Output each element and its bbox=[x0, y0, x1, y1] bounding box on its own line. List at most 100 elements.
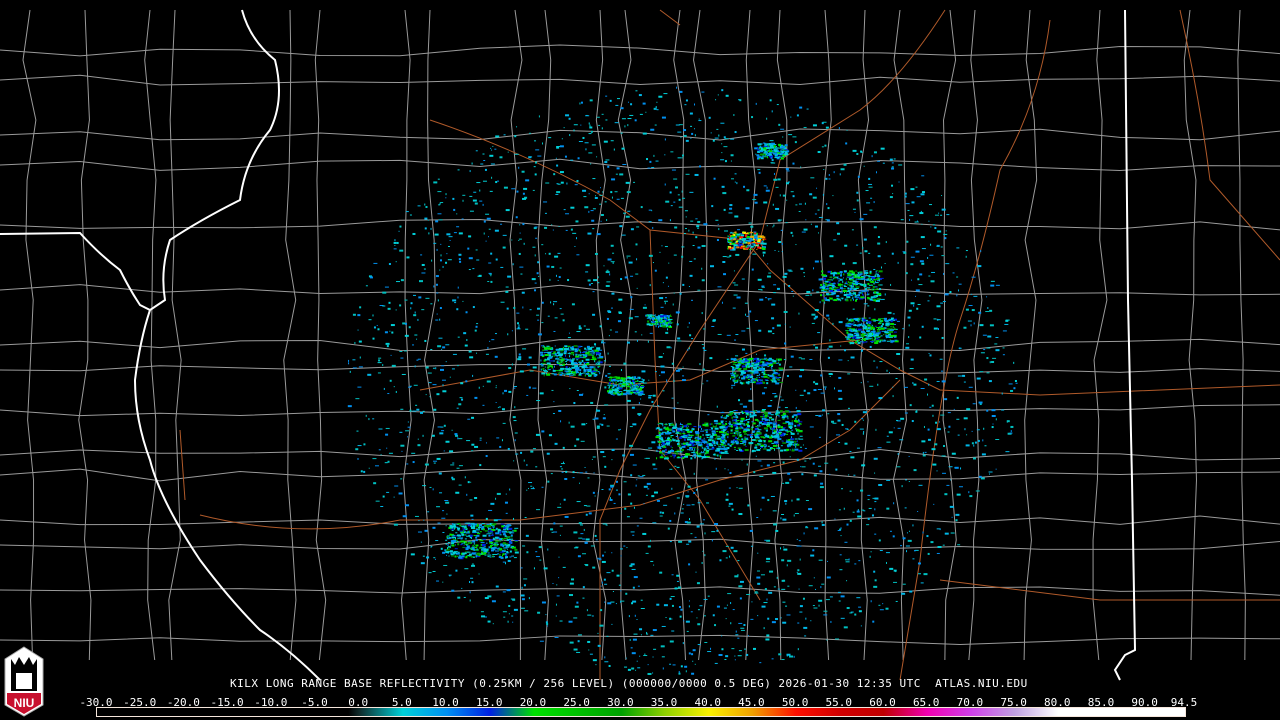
echo-pixel bbox=[860, 150, 863, 153]
echo-pixel bbox=[571, 366, 576, 369]
echo-pixel bbox=[897, 427, 901, 429]
echo-pixel bbox=[836, 222, 840, 225]
echo-pixel bbox=[659, 447, 662, 449]
echo-pixel bbox=[492, 533, 494, 536]
echo-pixel bbox=[856, 510, 860, 513]
echo-pixel bbox=[830, 270, 832, 273]
echo-pixel bbox=[659, 571, 663, 574]
echo-pixel bbox=[928, 275, 931, 277]
echo-pixel bbox=[902, 583, 906, 585]
echo-pixel bbox=[729, 411, 734, 413]
echo-pixel bbox=[778, 241, 782, 244]
echo-pixel bbox=[537, 611, 541, 614]
echo-pixel bbox=[738, 448, 741, 451]
echo-pixel bbox=[834, 387, 836, 390]
echo-pixel bbox=[944, 398, 948, 401]
echo-pixel bbox=[408, 386, 412, 388]
echo-pixel bbox=[520, 607, 525, 609]
echo-pixel bbox=[845, 299, 849, 302]
echo-pixel bbox=[801, 473, 804, 476]
echo-pixel bbox=[494, 333, 497, 335]
echo-pixel bbox=[492, 145, 494, 147]
echo-pixel bbox=[474, 329, 477, 332]
echo-pixel bbox=[687, 491, 689, 493]
echo-pixel bbox=[456, 407, 459, 409]
echo-pixel bbox=[463, 553, 467, 555]
echo-pixel bbox=[585, 358, 590, 361]
echo-pixel bbox=[507, 524, 511, 527]
echo-pixel bbox=[734, 215, 739, 218]
echo-pixel bbox=[905, 203, 910, 205]
echo-pixel bbox=[829, 596, 833, 598]
echo-pixel bbox=[524, 516, 527, 518]
echo-pixel bbox=[812, 289, 814, 292]
echo-pixel bbox=[772, 471, 777, 474]
echo-pixel bbox=[860, 382, 862, 384]
echo-pixel bbox=[622, 454, 626, 457]
echo-pixel bbox=[629, 114, 634, 116]
echo-pixel bbox=[633, 181, 636, 183]
echo-pixel bbox=[495, 550, 500, 552]
echo-pixel bbox=[905, 346, 910, 349]
echo-pixel bbox=[814, 260, 819, 263]
echo-pixel bbox=[541, 430, 545, 433]
echo-pixel bbox=[636, 479, 638, 481]
echo-pixel bbox=[685, 442, 689, 444]
echo-pixel bbox=[724, 439, 727, 441]
echo-pixel bbox=[781, 514, 785, 516]
echo-pixel bbox=[755, 426, 758, 428]
echo-pixel bbox=[574, 605, 579, 608]
echo-pixel bbox=[405, 430, 410, 432]
radar-map[interactable] bbox=[0, 0, 1280, 720]
echo-pixel bbox=[420, 562, 425, 565]
echo-pixel bbox=[511, 555, 514, 557]
echo-pixel bbox=[775, 376, 777, 379]
echo-pixel bbox=[669, 663, 672, 665]
echo-pixel bbox=[958, 283, 962, 285]
echo-pixel bbox=[492, 555, 494, 558]
echo-pixel bbox=[1008, 383, 1013, 385]
echo-pixel bbox=[457, 543, 460, 546]
echo-pixel bbox=[829, 297, 831, 300]
echo-pixel bbox=[707, 443, 709, 445]
echo-pixel bbox=[778, 369, 783, 371]
echo-pixel bbox=[733, 237, 736, 239]
echo-pixel bbox=[625, 657, 627, 659]
echo-pixel bbox=[404, 334, 409, 337]
echo-pixel bbox=[756, 248, 758, 250]
echo-pixel bbox=[763, 387, 767, 389]
echo-pixel bbox=[576, 601, 579, 604]
echo-pixel bbox=[879, 609, 884, 611]
echo-pixel bbox=[492, 548, 494, 551]
echo-pixel bbox=[584, 541, 588, 544]
echo-pixel bbox=[681, 157, 683, 159]
echo-pixel bbox=[588, 283, 591, 286]
echo-pixel bbox=[777, 424, 780, 427]
echo-pixel bbox=[585, 148, 587, 151]
echo-pixel bbox=[833, 278, 835, 280]
echo-pixel bbox=[632, 638, 637, 641]
echo-pixel bbox=[810, 620, 812, 622]
echo-pixel bbox=[787, 472, 791, 475]
echo-pixel bbox=[439, 259, 442, 262]
echo-pixel bbox=[726, 334, 731, 336]
echo-pixel bbox=[580, 124, 582, 126]
echo-pixel bbox=[806, 290, 811, 293]
echo-pixel bbox=[898, 181, 900, 183]
echo-pixel bbox=[760, 411, 762, 413]
echo-pixel bbox=[936, 319, 941, 321]
echo-pixel bbox=[837, 413, 841, 416]
echo-pixel bbox=[384, 462, 388, 464]
echo-pixel bbox=[852, 308, 855, 310]
echo-pixel bbox=[875, 428, 877, 431]
echo-pixel bbox=[472, 525, 476, 528]
echo-pixel bbox=[525, 328, 529, 330]
echo-pixel bbox=[610, 140, 614, 142]
echo-pixel bbox=[659, 251, 661, 253]
echo-pixel bbox=[540, 365, 544, 367]
echo-pixel bbox=[934, 443, 938, 446]
echo-pixel bbox=[757, 240, 761, 243]
echo-pixel bbox=[866, 292, 868, 295]
echo-pixel bbox=[910, 358, 914, 361]
echo-pixel bbox=[642, 306, 647, 309]
